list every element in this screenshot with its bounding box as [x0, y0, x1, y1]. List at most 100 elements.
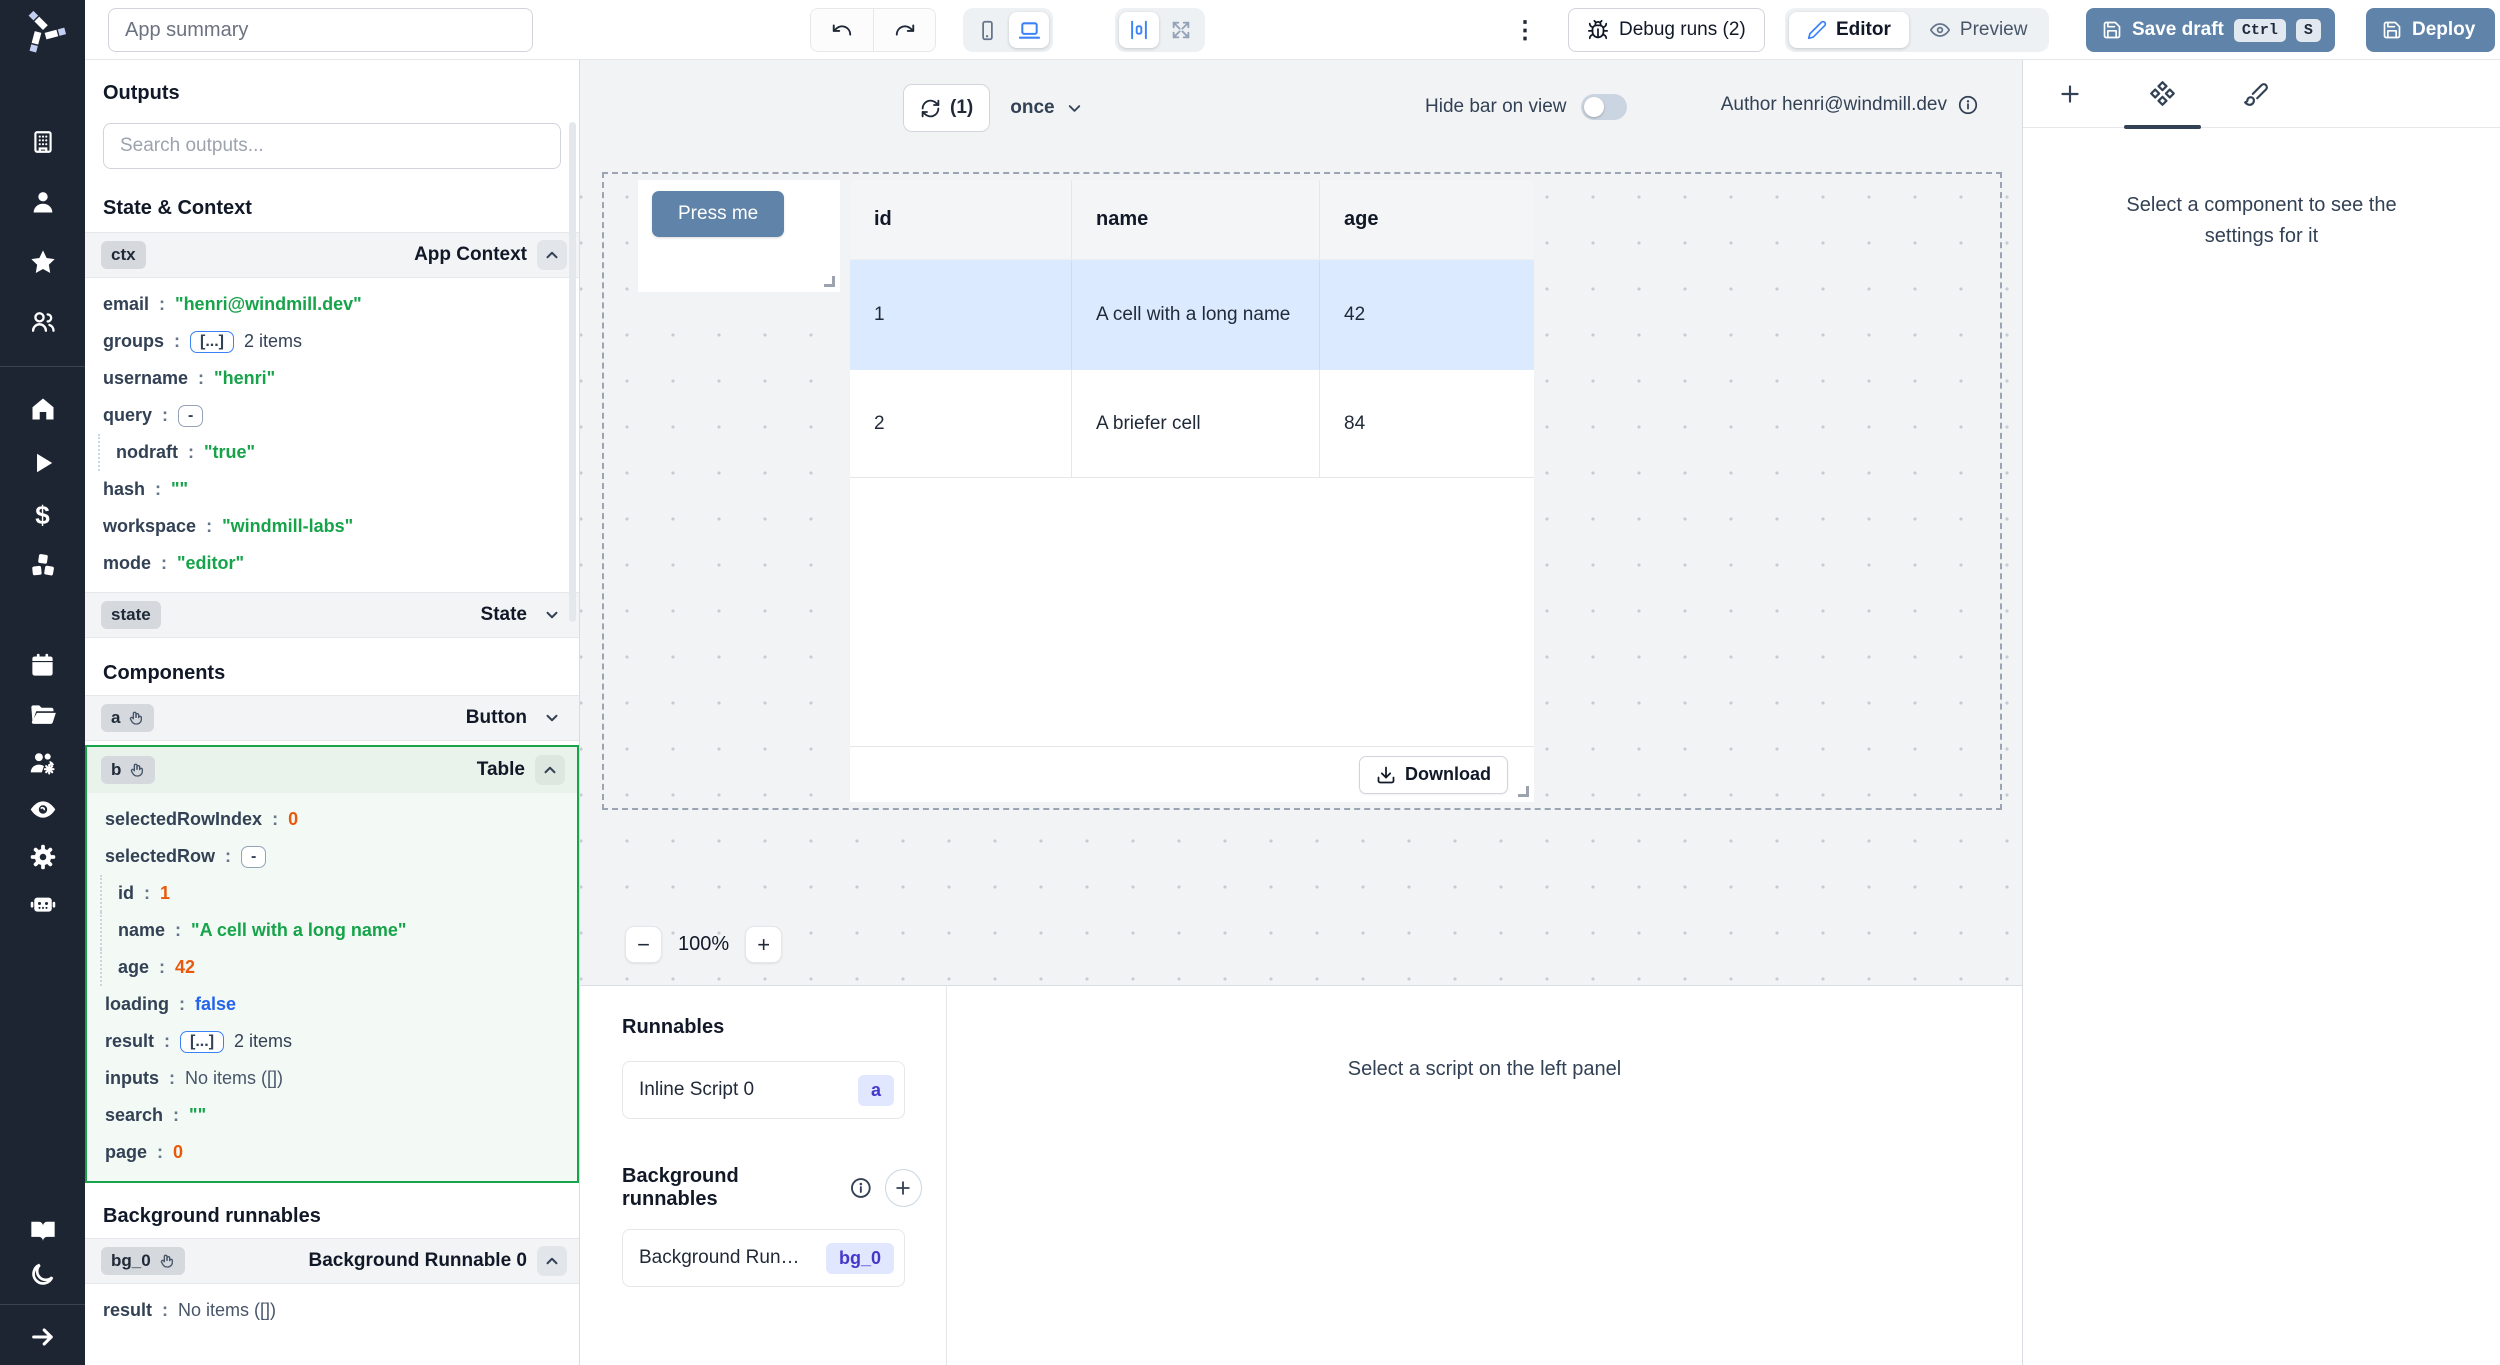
- play-icon[interactable]: [29, 449, 57, 477]
- table-row-selected[interactable]: 1 A cell with a long name 42: [850, 260, 1534, 370]
- outputs-scrollbar[interactable]: [569, 122, 576, 622]
- component-a-row[interactable]: a Button: [85, 695, 579, 741]
- zoom-out-button[interactable]: −: [625, 926, 662, 963]
- output-row: search:"": [87, 1097, 577, 1134]
- table-footer: Download: [850, 746, 1534, 802]
- deploy-button[interactable]: Deploy: [2366, 8, 2495, 52]
- table-row[interactable]: 2 A briefer cell 84: [850, 370, 1534, 478]
- runnables-list: Runnables Inline Script 0 a Background r…: [580, 986, 947, 1365]
- info-icon[interactable]: [849, 1176, 873, 1200]
- building-icon[interactable]: [29, 128, 57, 156]
- folder-icon[interactable]: [29, 701, 57, 729]
- kbd-ctrl: Ctrl: [2234, 19, 2286, 42]
- search-outputs-input[interactable]: [103, 123, 561, 169]
- ctx-type-label: App Context: [414, 244, 527, 266]
- button-component-container[interactable]: Press me: [638, 180, 840, 292]
- background-runnable-item[interactable]: Background Runna... bg_0: [622, 1229, 905, 1287]
- output-row: workspace:"windmill-labs": [85, 508, 579, 545]
- bg0-section-row[interactable]: bg_0 Background Runnable 0: [85, 1238, 579, 1284]
- desktop-view-button[interactable]: [1009, 12, 1049, 48]
- state-section-row[interactable]: state State: [85, 592, 579, 638]
- calendar-icon[interactable]: [29, 651, 57, 679]
- refresh-icon: [920, 98, 941, 119]
- zoom-in-button[interactable]: +: [745, 926, 782, 963]
- redo-icon: [894, 19, 916, 41]
- redo-button[interactable]: [873, 8, 935, 52]
- plus-icon: [2057, 81, 2083, 107]
- collapse-object-chip[interactable]: -: [241, 846, 266, 868]
- ctx-rows: email:"henri@windmill.dev" groups:[...]2…: [85, 278, 579, 592]
- hide-bar-label: Hide bar on view: [1425, 96, 1567, 118]
- users-icon[interactable]: [29, 308, 57, 336]
- inline-script-item[interactable]: Inline Script 0 a: [622, 1061, 905, 1119]
- star-icon[interactable]: [29, 248, 57, 276]
- more-options-button[interactable]: ⋮: [1510, 8, 1540, 52]
- debug-runs-button[interactable]: Debug runs (2): [1568, 8, 1765, 52]
- canvas-zoom-controls: − 100% +: [625, 926, 782, 963]
- center-layout-button[interactable]: [1119, 12, 1159, 48]
- plus-icon: [893, 1178, 913, 1198]
- eye-icon[interactable]: [29, 795, 57, 823]
- user-icon[interactable]: [29, 188, 57, 216]
- tab-theme-styling[interactable]: [2209, 60, 2302, 127]
- info-icon[interactable]: [1957, 94, 1979, 116]
- app-summary-input[interactable]: [108, 8, 533, 52]
- expand-array-chip[interactable]: [...]: [190, 331, 234, 353]
- ctx-section-row[interactable]: ctx App Context: [85, 232, 579, 278]
- settings-panel: Select a component to see the settings f…: [2022, 60, 2500, 1365]
- book-icon[interactable]: [29, 1216, 57, 1244]
- column-header-age[interactable]: age: [1320, 180, 1534, 259]
- component-a-type: Button: [466, 707, 527, 729]
- user-cog-icon[interactable]: [29, 749, 57, 777]
- tab-insert-component[interactable]: [2023, 60, 2116, 127]
- expand-a-button[interactable]: [537, 703, 567, 733]
- component-b-row[interactable]: b Table: [87, 747, 577, 793]
- refresh-app-button[interactable]: (1): [903, 84, 990, 132]
- output-row: loading:false: [87, 986, 577, 1023]
- refresh-mode-dropdown[interactable]: once: [1010, 97, 1083, 119]
- table-component[interactable]: id name age 1 A cell with a long name 42…: [850, 180, 1534, 802]
- expand-array-chip[interactable]: [...]: [180, 1031, 224, 1053]
- app-canvas[interactable]: (1) once Hide bar on view A: [580, 60, 2022, 985]
- zoom-level: 100%: [678, 933, 729, 956]
- resize-handle[interactable]: [824, 276, 835, 287]
- output-row: hash:"": [85, 471, 579, 508]
- expand-state-button[interactable]: [537, 600, 567, 630]
- output-row: groups:[...]2 items: [85, 323, 579, 360]
- collapse-object-chip[interactable]: -: [178, 405, 203, 427]
- mobile-view-button[interactable]: [967, 12, 1007, 48]
- windmill-app-editor: $: [0, 0, 2500, 1365]
- windmill-logo[interactable]: [0, 0, 85, 60]
- collapse-bg0-button[interactable]: [537, 1246, 567, 1276]
- preview-tab[interactable]: Preview: [1911, 12, 2046, 48]
- state-id-chip: state: [101, 601, 161, 629]
- hide-bar-toggle[interactable]: [1581, 94, 1627, 120]
- tab-component-settings[interactable]: [2116, 60, 2209, 127]
- add-background-runnable-button[interactable]: [885, 1169, 923, 1207]
- press-me-button[interactable]: Press me: [652, 191, 784, 237]
- moon-icon[interactable]: [29, 1260, 57, 1288]
- output-row: name:"A cell with a long name": [100, 912, 577, 949]
- collapse-b-button[interactable]: [535, 755, 565, 785]
- settings-empty-state: Select a component to see the settings f…: [2023, 190, 2500, 252]
- collapse-ctx-button[interactable]: [537, 240, 567, 270]
- eye-icon: [1929, 19, 1951, 41]
- column-header-name[interactable]: name: [1072, 180, 1320, 259]
- save-draft-button[interactable]: Save draft Ctrl S: [2086, 8, 2335, 52]
- device-toggle-group: [963, 8, 1053, 52]
- undo-button[interactable]: [811, 8, 873, 52]
- editor-tab[interactable]: Editor: [1789, 12, 1909, 48]
- download-button[interactable]: Download: [1359, 756, 1508, 794]
- home-icon[interactable]: [29, 395, 57, 423]
- gear-icon[interactable]: [29, 843, 57, 871]
- app-grid-region[interactable]: Press me id name age 1 A cell wit: [602, 172, 2002, 810]
- collapse-arrow-icon[interactable]: [29, 1323, 57, 1351]
- column-header-id[interactable]: id: [850, 180, 1072, 259]
- bot-icon[interactable]: [29, 889, 57, 917]
- dollar-icon[interactable]: $: [29, 501, 57, 529]
- pencil-icon: [1807, 20, 1827, 40]
- editor-center: (1) once Hide bar on view A: [580, 60, 2022, 1365]
- resize-handle[interactable]: [1518, 786, 1529, 797]
- boxes-icon[interactable]: [29, 551, 57, 579]
- fullwidth-layout-button[interactable]: [1161, 12, 1201, 48]
